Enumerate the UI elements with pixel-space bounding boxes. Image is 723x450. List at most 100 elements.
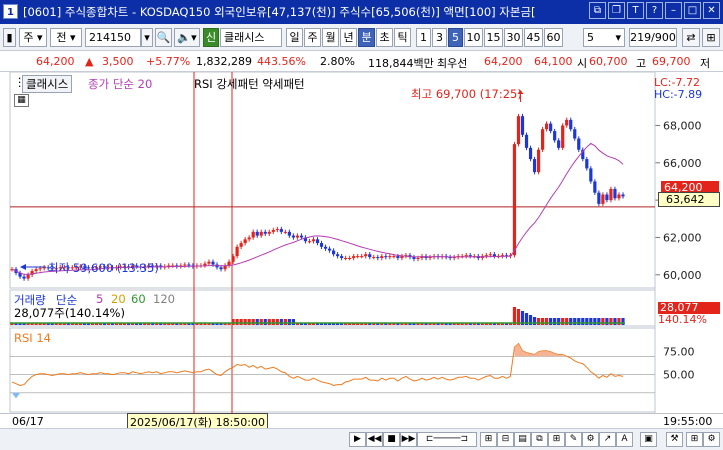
- interval-tab[interactable]: 60: [544, 28, 563, 47]
- new-listing-badge: 신: [203, 28, 219, 47]
- volume-bar: [532, 317, 537, 325]
- rewind-icon[interactable]: ◀◀: [366, 432, 383, 447]
- low-annotation: 최저 59,600 (13:35): [48, 261, 159, 275]
- prev-toggle-select[interactable]: 전 ▾: [50, 28, 82, 47]
- save-image-icon[interactable]: ▣: [640, 432, 657, 447]
- interval-tab[interactable]: 3: [432, 28, 447, 47]
- candle: [275, 229, 279, 231]
- candle: [524, 134, 529, 148]
- period-tab[interactable]: 틱: [394, 28, 411, 47]
- candle: [492, 254, 496, 257]
- panel-toggle-button[interactable]: ▮: [3, 28, 16, 47]
- maximize-icon[interactable]: □: [684, 2, 701, 19]
- play-icon[interactable]: ▶: [349, 432, 366, 447]
- config-icon[interactable]: ⚙: [703, 432, 720, 447]
- chart-area[interactable]: 68,00066,00064,00062,00060,00075.0050.00…: [0, 72, 723, 414]
- period-tab[interactable]: 주: [304, 28, 321, 47]
- high-annotation: 최고 69,700 (17:25): [411, 87, 522, 101]
- candle: [283, 231, 287, 233]
- candle: [235, 246, 239, 257]
- interval-tab[interactable]: 45: [524, 28, 543, 47]
- settings-icon[interactable]: ⚙: [582, 432, 599, 447]
- candle: [549, 123, 553, 132]
- indicator-icon[interactable]: ⊞: [548, 432, 565, 447]
- copy-window-icon[interactable]: ❐: [608, 2, 625, 19]
- stop-icon[interactable]: ■: [383, 432, 400, 447]
- font-tool-icon[interactable]: A: [616, 432, 633, 447]
- crosshair-tool-icon[interactable]: ⇄: [682, 28, 700, 47]
- candle: [26, 274, 30, 279]
- candle: [396, 256, 400, 258]
- interval-tab[interactable]: 15: [484, 28, 503, 47]
- tool-icon[interactable]: ⚒: [666, 432, 683, 447]
- grid-toggle-icon[interactable]: ⊞: [686, 432, 703, 447]
- volume-bar: [577, 318, 581, 325]
- candle: [621, 194, 625, 197]
- interval-tab[interactable]: 30: [504, 28, 523, 47]
- text-tool-icon[interactable]: T: [627, 2, 644, 19]
- volume-bar: [593, 318, 597, 325]
- candle: [307, 241, 312, 243]
- chart-stock-name[interactable]: 클래시스: [22, 75, 73, 93]
- volume-bar: [231, 319, 235, 325]
- candle: [311, 239, 316, 242]
- open-price: 60,700: [589, 55, 628, 68]
- volume-bar: [255, 319, 259, 325]
- interval-select[interactable]: 5 ▾: [583, 28, 625, 47]
- interval-tab[interactable]: 5: [448, 28, 463, 47]
- chart-canvas[interactable]: 68,00066,00064,00062,00060,00075.0050.00: [0, 72, 723, 414]
- candle: [384, 256, 388, 258]
- period-tab[interactable]: 일: [286, 28, 303, 47]
- scroll-slider[interactable]: ⊏─────⊐: [417, 432, 477, 447]
- help-icon[interactable]: ?: [646, 2, 663, 19]
- candle: [569, 119, 573, 130]
- forward-icon[interactable]: ▶▶: [400, 432, 417, 447]
- open-label: 시: [577, 57, 588, 70]
- candle: [331, 250, 336, 255]
- interval-tab[interactable]: 1: [416, 28, 431, 47]
- period-tab[interactable]: 년: [340, 28, 357, 47]
- volume-bar: [271, 319, 275, 325]
- minimize-icon[interactable]: –: [665, 2, 682, 19]
- stock-name-field[interactable]: 클래시스: [220, 28, 282, 47]
- table-view-icon[interactable]: ▦: [14, 94, 29, 107]
- candle: [279, 229, 283, 232]
- best-bid: 64,100: [534, 55, 573, 68]
- candle: [540, 129, 545, 150]
- period-tab[interactable]: 월: [322, 28, 339, 47]
- market-type-select[interactable]: 주 ▾: [19, 28, 47, 47]
- zoom-out-icon[interactable]: ⊟: [497, 432, 514, 447]
- candle: [203, 263, 207, 266]
- draw-tool-icon[interactable]: ✎: [565, 432, 582, 447]
- restore-icon[interactable]: ⧉: [589, 2, 606, 19]
- candle: [536, 149, 541, 173]
- overlay-icon[interactable]: ⧉: [531, 432, 548, 447]
- speaker-icon[interactable]: 🔈▾: [174, 28, 200, 47]
- candle: [464, 255, 468, 257]
- chart-type-icon[interactable]: ▤: [514, 432, 531, 447]
- zoom-in-icon[interactable]: ⊞: [480, 432, 497, 447]
- volume-bar: [259, 319, 263, 325]
- best-quote-label: 최우선: [437, 57, 468, 70]
- volume-bar: [565, 318, 569, 325]
- period-tab[interactable]: 초: [376, 28, 393, 47]
- candle: [392, 256, 396, 258]
- symbol-code-input[interactable]: 214150: [85, 28, 141, 47]
- window-number-badge: 1: [3, 4, 18, 19]
- low-label: 저: [700, 57, 711, 70]
- arrow-tool-icon[interactable]: ↗: [599, 432, 616, 447]
- high-price: 69,700: [652, 55, 691, 68]
- candle: [557, 140, 561, 148]
- period-tab[interactable]: 분: [358, 28, 375, 47]
- symbol-dropdown-button[interactable]: ▾: [141, 28, 153, 47]
- volume-bar: [605, 318, 609, 325]
- candle: [34, 269, 38, 272]
- chart-navigation-bar: ▶ ◀◀ ■ ▶▶ ⊏─────⊐ ⊞ ⊟ ▤ ⧉ ⊞ ✎ ⚙ ↗ A ▣ ⚒ …: [0, 428, 723, 450]
- volume-bar: [283, 319, 287, 325]
- data-count-field[interactable]: 219/900: [629, 28, 677, 47]
- close-icon[interactable]: ✕: [703, 2, 720, 19]
- search-icon[interactable]: 🔍: [155, 28, 172, 47]
- interval-tab[interactable]: 10: [464, 28, 483, 47]
- candle: [512, 144, 517, 256]
- grid-tool-icon[interactable]: ⊞: [702, 28, 720, 47]
